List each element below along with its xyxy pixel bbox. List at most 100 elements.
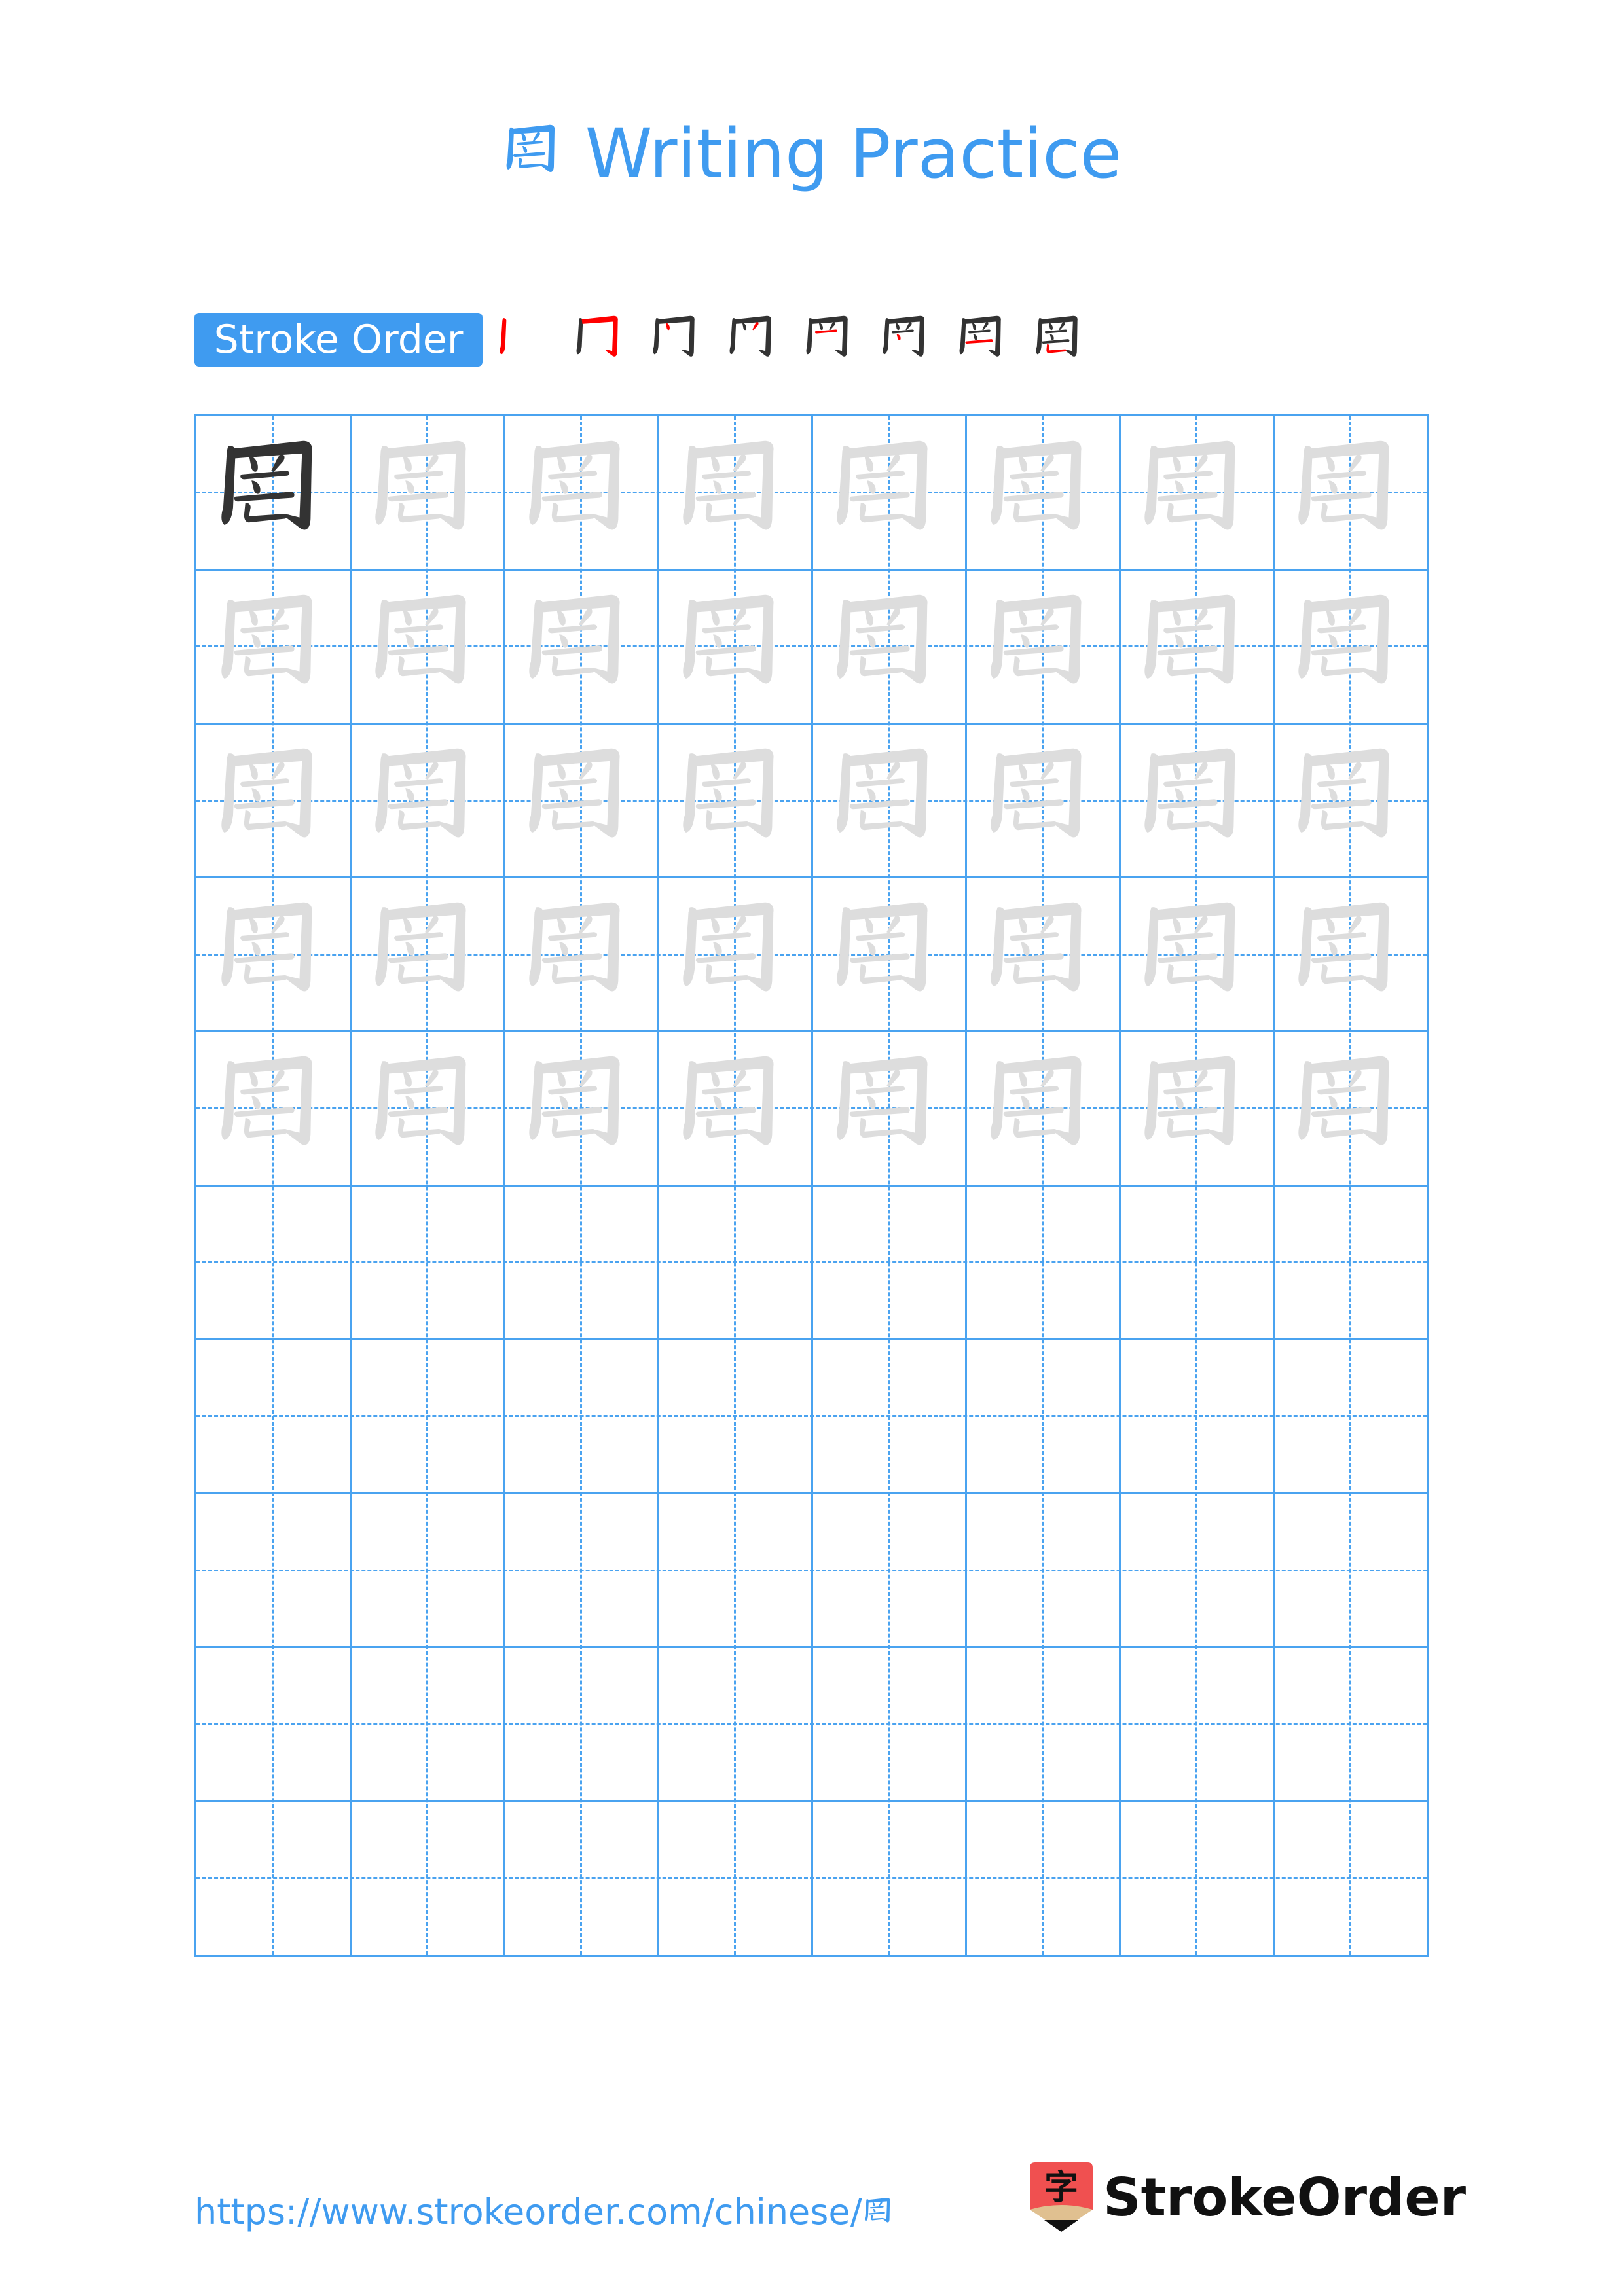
trace-character-cell[interactable] <box>350 416 504 569</box>
stroke-step-7 <box>959 315 1001 357</box>
trace-character-cell[interactable] <box>1120 723 1273 877</box>
blank-practice-cell[interactable] <box>812 1647 966 1801</box>
trace-character-glyph <box>981 893 1104 1016</box>
trace-character-cell[interactable] <box>1273 1031 1427 1185</box>
trace-character-cell[interactable] <box>350 569 504 723</box>
trace-character-cell[interactable] <box>196 1031 350 1185</box>
trace-character-cell[interactable] <box>350 878 504 1031</box>
trace-character-cell[interactable] <box>350 1031 504 1185</box>
trace-character-cell[interactable] <box>1120 569 1273 723</box>
blank-practice-cell[interactable] <box>812 1801 966 1955</box>
trace-character-glyph <box>674 893 797 1016</box>
blank-practice-cell[interactable] <box>812 1339 966 1493</box>
trace-character-cell[interactable] <box>1273 416 1427 569</box>
title-text: Writing Practice <box>585 114 1122 194</box>
blank-practice-cell[interactable] <box>658 1185 812 1339</box>
blank-practice-cell[interactable] <box>812 1493 966 1647</box>
trace-character-cell[interactable] <box>966 723 1120 877</box>
blank-practice-cell[interactable] <box>350 1493 504 1647</box>
blank-practice-cell[interactable] <box>658 1339 812 1493</box>
model-character-cell[interactable] <box>196 416 350 569</box>
trace-character-cell[interactable] <box>966 569 1120 723</box>
trace-character-cell[interactable] <box>196 723 350 877</box>
trace-character-glyph <box>981 431 1104 554</box>
trace-character-cell[interactable] <box>658 878 812 1031</box>
blank-practice-cell[interactable] <box>658 1801 812 1955</box>
previous-stroke <box>1048 323 1053 331</box>
blank-practice-cell[interactable] <box>658 1647 812 1801</box>
trace-character-cell[interactable] <box>658 1031 812 1185</box>
trace-character-cell[interactable] <box>658 569 812 723</box>
blank-practice-cell[interactable] <box>350 1801 504 1955</box>
blank-practice-cell[interactable] <box>1273 1647 1427 1801</box>
trace-character-cell[interactable] <box>1120 878 1273 1031</box>
footer-url[interactable]: https://www.strokeorder.com/chinese/ <box>194 2186 896 2238</box>
blank-practice-cell[interactable] <box>1120 1339 1273 1493</box>
current-stroke <box>965 339 993 344</box>
trace-character-cell[interactable] <box>350 723 504 877</box>
model-character-glyph <box>212 431 335 554</box>
previous-stroke <box>576 318 583 355</box>
trace-character-cell[interactable] <box>658 723 812 877</box>
trace-character-cell[interactable] <box>504 878 658 1031</box>
trace-character-glyph <box>828 739 951 862</box>
trace-character-cell[interactable] <box>504 416 658 569</box>
blank-practice-cell[interactable] <box>966 1339 1120 1493</box>
blank-practice-cell[interactable] <box>196 1185 350 1339</box>
blank-practice-cell[interactable] <box>350 1339 504 1493</box>
blank-practice-cell[interactable] <box>658 1493 812 1647</box>
logo-icon-char: 字 <box>1044 2168 1078 2208</box>
previous-stroke <box>811 315 848 357</box>
trace-character-cell[interactable] <box>504 723 658 877</box>
trace-character-cell[interactable] <box>658 416 812 569</box>
blank-practice-cell[interactable] <box>350 1647 504 1801</box>
trace-character-cell[interactable] <box>1120 416 1273 569</box>
stroke-step-1 <box>500 318 507 355</box>
blank-practice-cell[interactable] <box>196 1339 350 1493</box>
trace-character-cell[interactable] <box>1120 1031 1273 1185</box>
trace-character-glyph <box>828 431 951 554</box>
blank-practice-cell[interactable] <box>966 1647 1120 1801</box>
trace-character-cell[interactable] <box>1273 723 1427 877</box>
blank-practice-cell[interactable] <box>504 1493 658 1647</box>
trace-character-cell[interactable] <box>196 569 350 723</box>
blank-practice-cell[interactable] <box>812 1185 966 1339</box>
blank-practice-cell[interactable] <box>350 1185 504 1339</box>
blank-practice-cell[interactable] <box>504 1185 658 1339</box>
blank-practice-cell[interactable] <box>1120 1185 1273 1339</box>
trace-character-cell[interactable] <box>812 723 966 877</box>
blank-practice-cell[interactable] <box>196 1801 350 1955</box>
blank-practice-cell[interactable] <box>196 1647 350 1801</box>
trace-character-cell[interactable] <box>966 1031 1120 1185</box>
blank-practice-cell[interactable] <box>504 1801 658 1955</box>
trace-character-cell[interactable] <box>504 569 658 723</box>
blank-practice-cell[interactable] <box>1273 1339 1427 1493</box>
trace-character-cell[interactable] <box>966 878 1120 1031</box>
trace-character-cell[interactable] <box>812 569 966 723</box>
blank-practice-cell[interactable] <box>966 1185 1120 1339</box>
previous-stroke <box>982 322 989 331</box>
blank-practice-cell[interactable] <box>1273 1801 1427 1955</box>
trace-character-cell[interactable] <box>1273 878 1427 1031</box>
trace-character-cell[interactable] <box>1273 569 1427 723</box>
trace-character-cell[interactable] <box>504 1031 658 1185</box>
trace-character-cell[interactable] <box>812 1031 966 1185</box>
blank-practice-cell[interactable] <box>1120 1801 1273 1955</box>
blank-practice-cell[interactable] <box>1120 1647 1273 1801</box>
blank-practice-cell[interactable] <box>966 1801 1120 1955</box>
blank-practice-cell[interactable] <box>504 1339 658 1493</box>
trace-character-cell[interactable] <box>812 416 966 569</box>
blank-practice-cell[interactable] <box>1273 1185 1427 1339</box>
previous-stroke <box>1036 318 1043 355</box>
blank-practice-cell[interactable] <box>504 1647 658 1801</box>
trace-character-cell[interactable] <box>966 416 1120 569</box>
trace-character-cell[interactable] <box>196 878 350 1031</box>
trace-character-glyph <box>1289 431 1412 554</box>
trace-character-glyph <box>212 739 335 862</box>
blank-practice-cell[interactable] <box>196 1493 350 1647</box>
blank-practice-cell[interactable] <box>1120 1493 1273 1647</box>
blank-practice-cell[interactable] <box>1273 1493 1427 1647</box>
blank-practice-cell[interactable] <box>966 1493 1120 1647</box>
trace-character-cell[interactable] <box>812 878 966 1031</box>
footer-url-text[interactable]: https://www.strokeorder.com/chinese/ <box>194 2191 862 2233</box>
